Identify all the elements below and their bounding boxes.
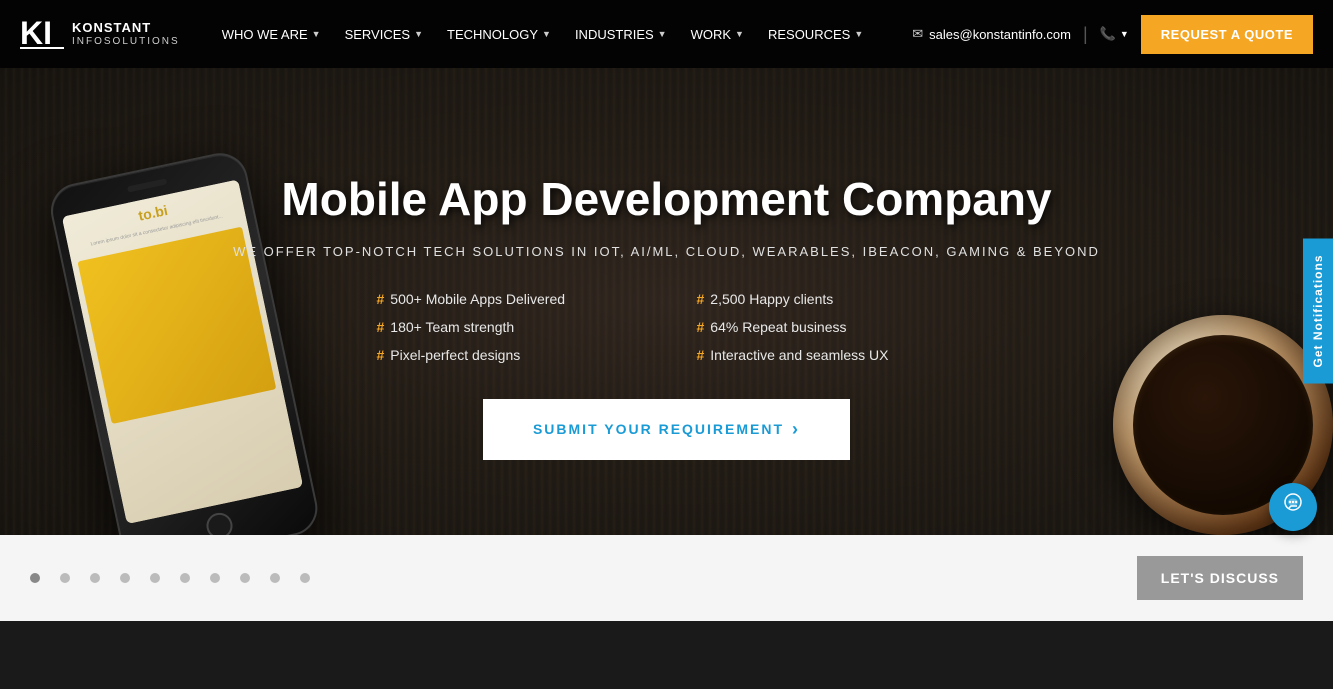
phone-icon: 📞 — [1100, 26, 1116, 42]
carousel-dot[interactable] — [210, 573, 220, 583]
carousel-dot[interactable] — [240, 573, 250, 583]
carousel-dot[interactable] — [90, 573, 100, 583]
notification-tab-label: Get Notifications — [1311, 254, 1325, 367]
bottom-bar: LET'S DISCUSS — [0, 535, 1333, 621]
carousel-dot[interactable] — [120, 573, 130, 583]
hero-stats: # 500+ Mobile Apps Delivered # 2,500 Hap… — [377, 291, 957, 363]
svg-text:KI: KI — [20, 16, 52, 51]
chevron-down-icon: ▼ — [735, 29, 744, 39]
carousel-dot[interactable] — [150, 573, 160, 583]
chat-icon — [1281, 492, 1305, 522]
carousel-dot[interactable] — [30, 573, 40, 583]
chevron-down-icon: ▼ — [854, 29, 863, 39]
stat-item: # Pixel-perfect designs — [377, 347, 637, 363]
chevron-down-icon: ▼ — [542, 29, 551, 39]
nav-work[interactable]: WORK ▼ — [679, 19, 756, 50]
carousel-dots — [30, 573, 1137, 583]
logo-text: KONSTANT INFOSOLUTIONS — [72, 20, 180, 48]
site-header: KI KONSTANT INFOSOLUTIONS WHO WE ARE ▼ S… — [0, 0, 1333, 68]
hero-section: to.bi Lorem ipsum dolor sit a consectetu… — [0, 68, 1333, 535]
phone-contact[interactable]: 📞 ▼ — [1100, 26, 1129, 42]
hero-subtitle: WE OFFER TOP-NOTCH TECH SOLUTIONS IN IOT… — [233, 244, 1100, 259]
stat-item: # Interactive and seamless UX — [697, 347, 957, 363]
logo-brand: KONSTANT — [72, 20, 180, 36]
email-contact[interactable]: ✉ sales@konstantinfo.com — [912, 26, 1071, 42]
logo[interactable]: KI KONSTANT INFOSOLUTIONS — [20, 16, 180, 52]
phone-dropdown-icon: ▼ — [1120, 29, 1129, 39]
divider: | — [1083, 24, 1088, 45]
lets-discuss-button[interactable]: LET'S DISCUSS — [1137, 556, 1303, 600]
stat-item: # 180+ Team strength — [377, 319, 637, 335]
nav-resources[interactable]: RESOURCES ▼ — [756, 19, 875, 50]
carousel-dot[interactable] — [180, 573, 190, 583]
nav-technology[interactable]: TECHNOLOGY ▼ — [435, 19, 563, 50]
stat-item: # 2,500 Happy clients — [697, 291, 957, 307]
nav-services[interactable]: SERVICES ▼ — [333, 19, 435, 50]
hero-title: Mobile App Development Company — [233, 173, 1100, 226]
logo-tagline: INFOSOLUTIONS — [72, 36, 180, 48]
nav-industries[interactable]: INDUSTRIES ▼ — [563, 19, 679, 50]
stat-item: # 64% Repeat business — [697, 319, 957, 335]
request-quote-button[interactable]: REQUEST A QUOTE — [1141, 15, 1313, 54]
hero-content: Mobile App Development Company WE OFFER … — [233, 143, 1100, 460]
stat-item: # 500+ Mobile Apps Delivered — [377, 291, 637, 307]
chevron-down-icon: ▼ — [414, 29, 423, 39]
chat-widget[interactable] — [1269, 483, 1317, 531]
chevron-down-icon: ▼ — [658, 29, 667, 39]
main-nav: WHO WE ARE ▼ SERVICES ▼ TECHNOLOGY ▼ IND… — [210, 19, 913, 50]
email-address: sales@konstantinfo.com — [929, 27, 1071, 42]
submit-button-label: SUBMIT YOUR REQUIREMENT — [533, 421, 784, 437]
arrow-right-icon: › — [792, 419, 800, 440]
carousel-dot[interactable] — [270, 573, 280, 583]
chevron-down-icon: ▼ — [312, 29, 321, 39]
carousel-dot[interactable] — [300, 573, 310, 583]
notification-tab[interactable]: Get Notifications — [1303, 238, 1333, 383]
carousel-dot[interactable] — [60, 573, 70, 583]
header-right: ✉ sales@konstantinfo.com | 📞 ▼ REQUEST A… — [912, 15, 1313, 54]
submit-requirement-button[interactable]: SUBMIT YOUR REQUIREMENT › — [483, 399, 850, 460]
email-icon: ✉ — [912, 26, 923, 42]
logo-icon: KI — [20, 16, 64, 52]
nav-who-we-are[interactable]: WHO WE ARE ▼ — [210, 19, 333, 50]
